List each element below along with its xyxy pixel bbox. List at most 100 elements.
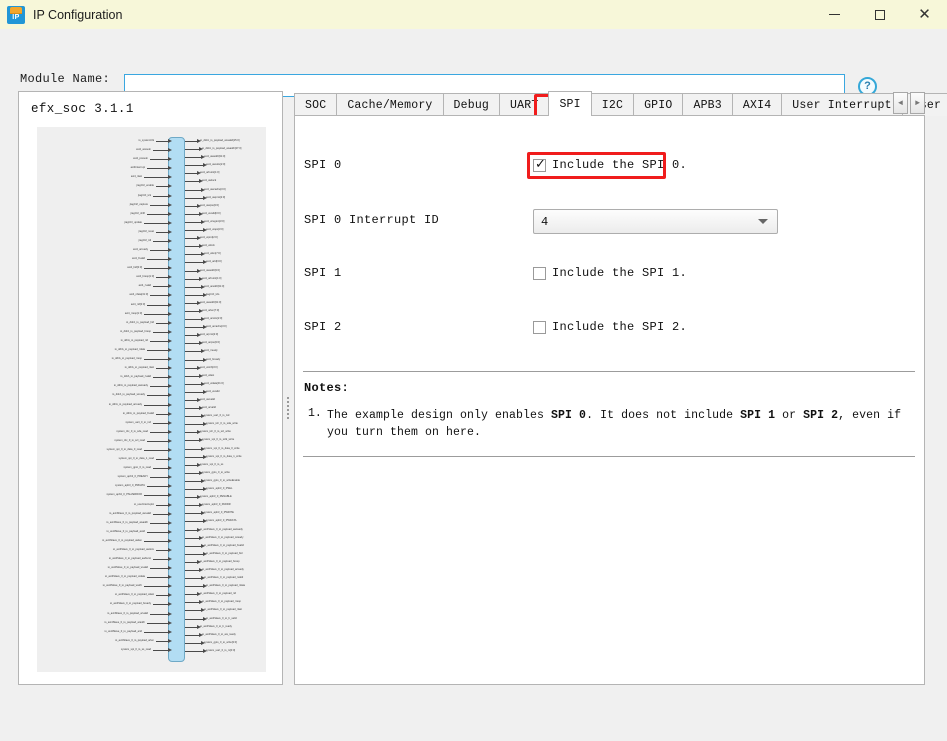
soc-block-diagram: io_systemClkaxi4_aresetnaxi4_presetnaxi4… [37, 127, 266, 672]
note-bold-spi0: SPI 0 [551, 409, 586, 422]
diagram-pin-line [144, 450, 168, 451]
diagram-pin-label: io_axi4Slave_0_io_b_ready [200, 625, 232, 629]
diagram-pin-line [185, 481, 201, 482]
diagram-pin-line [147, 259, 168, 260]
diagram-pin-label: io_axi4Slave_0_io_payload_arready [202, 568, 244, 572]
diagram-pin-line [153, 377, 168, 378]
diagram-pin-line [185, 141, 197, 142]
diagram-pin-line [185, 246, 199, 247]
tab-axi4[interactable]: AXI4 [732, 93, 782, 116]
notes-divider-top [303, 371, 915, 372]
diagram-pin-label: axi4_presetn [133, 157, 148, 161]
diagram-pin-label: system_uart_0_io_txd [204, 414, 229, 418]
diagram-pin-line [150, 341, 168, 342]
diagram-pin-label: jtagCtrl_tdi [139, 239, 151, 243]
diagram-pin-label: axi4_wvalid [206, 390, 219, 394]
diagram-pin-line [153, 423, 168, 424]
panel-splitter-handle[interactable] [285, 395, 290, 423]
diagram-pin-label: io_axi4Slave_0_io_payload_wready [202, 536, 243, 540]
notes-item-text: The example design only enables SPI 0. I… [327, 407, 907, 441]
tab-user-interrupt[interactable]: User Interrupt [781, 93, 902, 116]
diagram-pin-label: axi4_arid[3:0] [206, 260, 222, 264]
diagram-pin-line [185, 457, 203, 458]
diagram-pin-line [185, 400, 197, 401]
note-bold-spi1: SPI 1 [740, 409, 775, 422]
spi0-include-checkbox[interactable]: Include the SPI 0. [533, 158, 687, 172]
tab-uart[interactable]: UART [499, 93, 549, 116]
spi1-checkbox-box[interactable] [533, 267, 546, 280]
diagram-pin-line [156, 186, 168, 187]
diagram-pin-line [150, 205, 168, 206]
spi2-checkbox-box[interactable] [533, 321, 546, 334]
diagram-pin-line [185, 530, 197, 531]
diagram-pin-label: axi4_bready [206, 358, 220, 362]
diagram-pin-line [185, 651, 203, 652]
diagram-pin-label: system_apb3_0_PENABLE [200, 495, 232, 499]
diagram-pin-line [185, 635, 199, 636]
spi0-checkbox-box[interactable] [533, 159, 546, 172]
diagram-pin-label: system_i2c_0_io_scl_write [200, 430, 231, 434]
tab-i2c[interactable]: I2C [591, 93, 634, 116]
spi2-include-checkbox[interactable]: Include the SPI 2. [533, 320, 687, 334]
diagram-pin-line [185, 262, 203, 263]
diagram-pin-line [185, 602, 199, 603]
diagram-pin-label: axi4_wregion[3:0] [204, 220, 224, 224]
diagram-pin-label: system_apb3_0_PSLVERROR [106, 493, 142, 497]
close-window-button[interactable]: ✕ [902, 0, 947, 29]
diagram-pin-label: io_axi4Slave_0_io_payload_awsize [113, 548, 154, 552]
diagram-pin-line [185, 238, 197, 239]
footer-bar: 公众号 · 易灵思FPGA技术交流 Show Confirmation Box … [0, 696, 947, 741]
tab-scroll-controls: ◄ ► [891, 92, 925, 114]
tab-apb3[interactable]: APB3 [682, 93, 732, 116]
diagram-pin-label: axi4_wstrb[3:0] [200, 366, 217, 370]
spi0-checkbox-label: Include the SPI 0. [552, 158, 687, 172]
diagram-pin-label: system_apb3_0_PSEL [206, 487, 232, 491]
diagram-pin-line [153, 286, 168, 287]
block-diagram-panel: efx_soc 3.1.1 io_systemClkaxi4_aresetnax… [18, 91, 283, 685]
diagram-pin-label: axi4_arcache[3:0] [206, 325, 226, 329]
diagram-pin-line [156, 414, 168, 415]
diagram-pin-line [185, 416, 201, 417]
diagram-pin-line [185, 319, 201, 320]
spi1-include-checkbox[interactable]: Include the SPI 1. [533, 266, 687, 280]
diagram-pin-line [150, 568, 168, 569]
diagram-pin-label: axi4_arsize[2:0] [204, 317, 222, 321]
diagram-pin-line [153, 196, 168, 197]
tab-gpio[interactable]: GPIO [633, 93, 683, 116]
diagram-pin-line [185, 279, 199, 280]
spi0-interrupt-id-select[interactable]: 4 [533, 209, 778, 234]
diagram-pin-label: io_axi4Slave_0_io_payload_wdata [105, 575, 145, 579]
diagram-pin-line [185, 449, 201, 450]
diagram-pin-line [185, 198, 203, 199]
diagram-pin-label: io_axi4Slave_0_io_payload_rvalid [204, 576, 243, 580]
diagram-pin-label: jtagCtrl_reset [139, 230, 154, 234]
diagram-pin-line [150, 523, 168, 524]
diagram-pin-label: axi4_awlock [202, 179, 216, 183]
diagram-pin-label: io_ddrA_io_payload_bid [126, 321, 154, 325]
diagram-pin-label: jtagCtrl_capture [130, 203, 148, 207]
diagram-pin-line [156, 459, 168, 460]
diagram-pin-line [185, 173, 197, 174]
chevron-down-icon [758, 219, 768, 224]
diagram-pin-label: axi4_arlen[7:0] [202, 309, 219, 313]
tab-scroll-left-button[interactable]: ◄ [893, 92, 908, 114]
diagram-pin-label: system_gpio_0_io_write[3:0] [204, 641, 237, 645]
tab-debug[interactable]: Debug [443, 93, 501, 116]
diagram-pin-line [147, 532, 168, 533]
diagram-pin-line [185, 165, 203, 166]
tab-spi[interactable]: SPI [548, 91, 591, 116]
tab-soc[interactable]: SOC [294, 93, 337, 116]
diagram-pin-label: jtagCtrl_tdo [206, 293, 219, 297]
diagram-pin-line [185, 149, 199, 150]
diagram-pin-line [185, 384, 201, 385]
diagram-pin-label: system_uart_0_io_rx[0:0] [206, 649, 235, 653]
note-text-2: . It does not include [586, 409, 740, 422]
diagram-pin-label: axi4_wlen[7:0] [204, 252, 221, 256]
diagram-pin-line [150, 614, 168, 615]
maximize-button[interactable] [857, 0, 902, 29]
diagram-pin-label: system_apb3_0_PREADY [118, 475, 148, 479]
tab-scroll-right-button[interactable]: ► [910, 92, 925, 114]
tab-cache-memory[interactable]: Cache/Memory [336, 93, 443, 116]
minimize-button[interactable] [812, 0, 857, 29]
diagram-pin-line [185, 562, 197, 563]
